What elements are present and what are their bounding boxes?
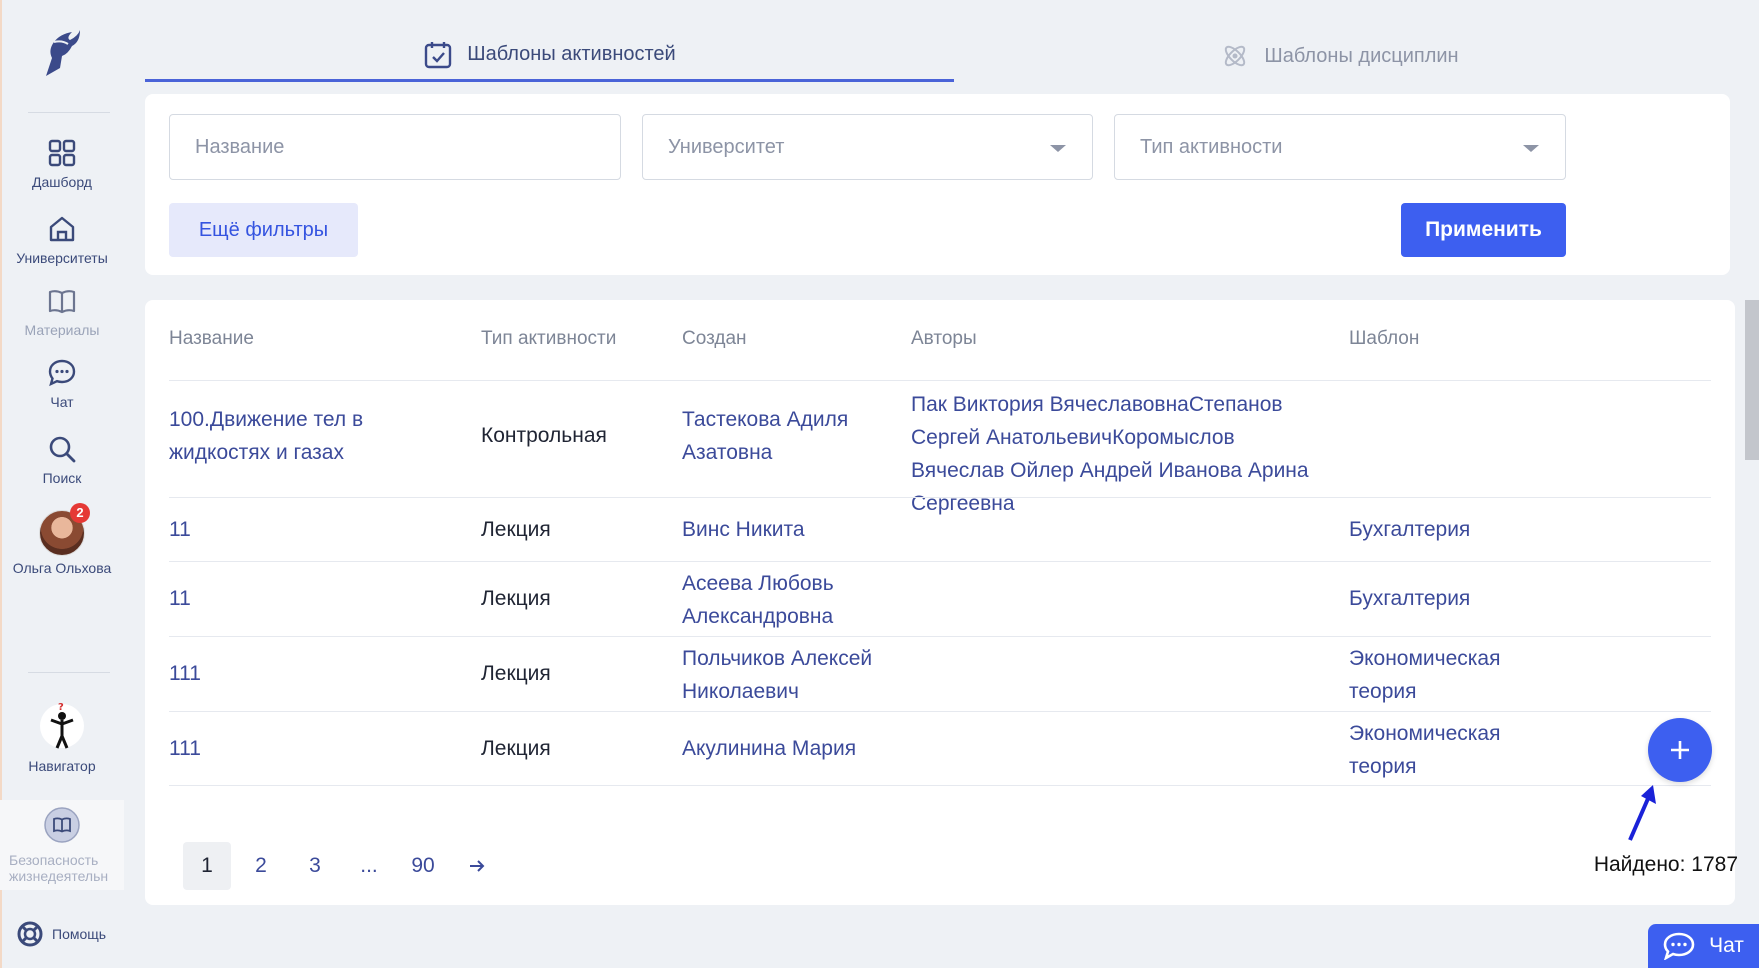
apply-button[interactable]: Применить <box>1401 203 1566 257</box>
page-button[interactable]: 3 <box>291 842 339 890</box>
table-row[interactable]: 111 Лекция Акулинина Мария Экономическая… <box>169 711 1711 786</box>
activity-name-link[interactable]: 11 <box>169 582 191 615</box>
templates-table: Название Тип активности Создан Авторы Ша… <box>145 300 1735 905</box>
tab-label: Шаблоны активностей <box>467 43 676 65</box>
svg-text:?: ? <box>58 702 64 713</box>
table-row[interactable]: 11 Лекция Асеева Любовь Александровна Бу… <box>169 561 1711 636</box>
sidebar-separator <box>28 672 110 673</box>
search-icon <box>49 436 76 463</box>
sidebar-item-materials[interactable]: Материалы <box>0 286 124 338</box>
scrollbar-thumb[interactable] <box>1745 300 1759 460</box>
column-header-type[interactable]: Тип активности <box>481 328 616 350</box>
course-label: Безопасность жизнедеятельн <box>9 852 109 884</box>
book-icon <box>48 290 76 314</box>
column-header-authors[interactable]: Авторы <box>911 328 977 350</box>
creator-link[interactable]: Тастекова Адиля Азатовна <box>682 403 882 469</box>
activity-type: Лекция <box>481 518 551 541</box>
page-ellipsis: ... <box>360 854 378 877</box>
pagination: 1 2 3 ... 90 <box>183 842 507 890</box>
chat-bubble-icon <box>1663 932 1695 960</box>
column-header-created[interactable]: Создан <box>682 328 747 350</box>
course-card[interactable]: Безопасность жизнедеятельн <box>0 800 124 890</box>
help-label: Помощь <box>52 926 107 942</box>
chevron-down-icon <box>1523 145 1539 152</box>
column-header-template[interactable]: Шаблон <box>1349 328 1419 350</box>
creator-link[interactable]: Польчиков Алексей Николаевич <box>682 642 882 708</box>
creator-link[interactable]: Винс Никита <box>682 513 805 546</box>
tab-activity-templates[interactable]: Шаблоны активностей <box>145 30 954 82</box>
help-link[interactable]: Помощь <box>16 920 106 948</box>
page-button[interactable]: 1 <box>183 842 231 890</box>
sidebar-item-label: Материалы <box>24 322 100 338</box>
activity-type: Лекция <box>481 662 551 685</box>
more-filters-button[interactable]: Ещё фильтры <box>169 203 358 257</box>
template-link[interactable]: Бухгалтерия <box>1349 513 1470 546</box>
tab-label: Шаблоны дисциплин <box>1264 44 1459 67</box>
sidebar-item-label: Университеты <box>16 250 108 266</box>
activity-name-link[interactable]: 100.Движение тел в жидкостях и газах <box>169 403 399 469</box>
add-template-button[interactable] <box>1648 718 1712 782</box>
table-row[interactable]: 11 Лекция Винс Никита Бухгалтерия <box>169 497 1711 561</box>
page-button[interactable]: 2 <box>237 842 285 890</box>
sidebar-item-dashboard[interactable]: Дашборд <box>0 138 124 190</box>
sidebar-item-search[interactable]: Поиск <box>0 434 124 486</box>
sidebar-item-universities[interactable]: Университеты <box>0 214 124 266</box>
arrow-right-icon <box>470 860 485 872</box>
plus-icon <box>1671 741 1689 759</box>
sidebar-item-label: Навигатор <box>28 758 96 774</box>
chevron-down-icon <box>1050 145 1066 152</box>
template-link[interactable]: Экономическая теория <box>1349 642 1519 708</box>
sidebar-separator <box>28 112 110 113</box>
sidebar-item-label: Чат <box>50 394 74 410</box>
creator-link[interactable]: Акулинина Мария <box>682 732 856 765</box>
sidebar-item-navigator[interactable]: ? Навигатор <box>0 700 124 774</box>
activity-type-select[interactable]: Тип активности <box>1114 114 1566 180</box>
university-select[interactable]: Университет <box>642 114 1093 180</box>
navigator-person-icon: ? <box>40 702 84 749</box>
sidebar: Дашборд Университеты Материалы Чат Поиск… <box>0 0 124 968</box>
university-select-placeholder: Университет <box>668 135 785 158</box>
template-link[interactable]: Бухгалтерия <box>1349 582 1470 615</box>
sidebar-item-chat[interactable]: Чат <box>0 358 124 410</box>
page-button[interactable]: 90 <box>399 842 447 890</box>
chat-bubble-icon <box>48 359 76 387</box>
table-row[interactable]: 100.Движение тел в жидкостях и газах Кон… <box>169 380 1711 515</box>
sidebar-item-profile[interactable]: 2 Ольга Ольхова <box>0 503 124 577</box>
name-filter-input[interactable]: Название <box>169 114 621 180</box>
activity-type: Лекция <box>481 737 551 760</box>
filters-panel: Название Университет Тип активности Ещё … <box>145 94 1730 275</box>
chat-button-label: Чат <box>1709 934 1744 957</box>
activity-name-link[interactable]: 111 <box>169 732 201 765</box>
activity-name-link[interactable]: 111 <box>169 657 201 690</box>
tabs-bar: Шаблоны активностей Шаблоны дисциплин <box>145 30 1725 82</box>
notification-badge: 2 <box>70 503 90 523</box>
next-page-button[interactable] <box>453 842 501 890</box>
name-filter-placeholder: Название <box>195 135 285 158</box>
course-book-icon <box>44 807 80 843</box>
column-header-name[interactable]: Название <box>169 328 254 350</box>
table-row[interactable]: 111 Лекция Польчиков Алексей Николаевич … <box>169 636 1711 711</box>
results-count: Найдено: 1787 <box>1593 853 1738 876</box>
activity-name-link[interactable]: 11 <box>169 513 191 546</box>
hint-arrow-icon <box>1628 785 1656 841</box>
activity-type: Лекция <box>481 587 551 610</box>
sidebar-item-label: Дашборд <box>32 174 92 190</box>
sidebar-item-label: Поиск <box>42 470 82 486</box>
avatar: 2 <box>39 503 90 556</box>
activity-type-placeholder: Тип активности <box>1140 135 1283 158</box>
university-icon <box>49 216 75 242</box>
atom-icon <box>1225 45 1246 67</box>
creator-link[interactable]: Асеева Любовь Александровна <box>682 567 882 633</box>
template-link[interactable]: Экономическая теория <box>1349 717 1519 783</box>
logo-icon[interactable] <box>38 28 80 78</box>
user-name: Ольга Ольхова <box>12 560 112 576</box>
chat-button[interactable]: Чат <box>1648 924 1759 968</box>
calendar-check-icon <box>425 41 452 68</box>
tab-discipline-templates[interactable]: Шаблоны дисциплин <box>954 30 1725 82</box>
activity-type: Контрольная <box>481 424 607 447</box>
lifebuoy-icon <box>17 921 43 947</box>
grid-icon <box>48 139 76 167</box>
